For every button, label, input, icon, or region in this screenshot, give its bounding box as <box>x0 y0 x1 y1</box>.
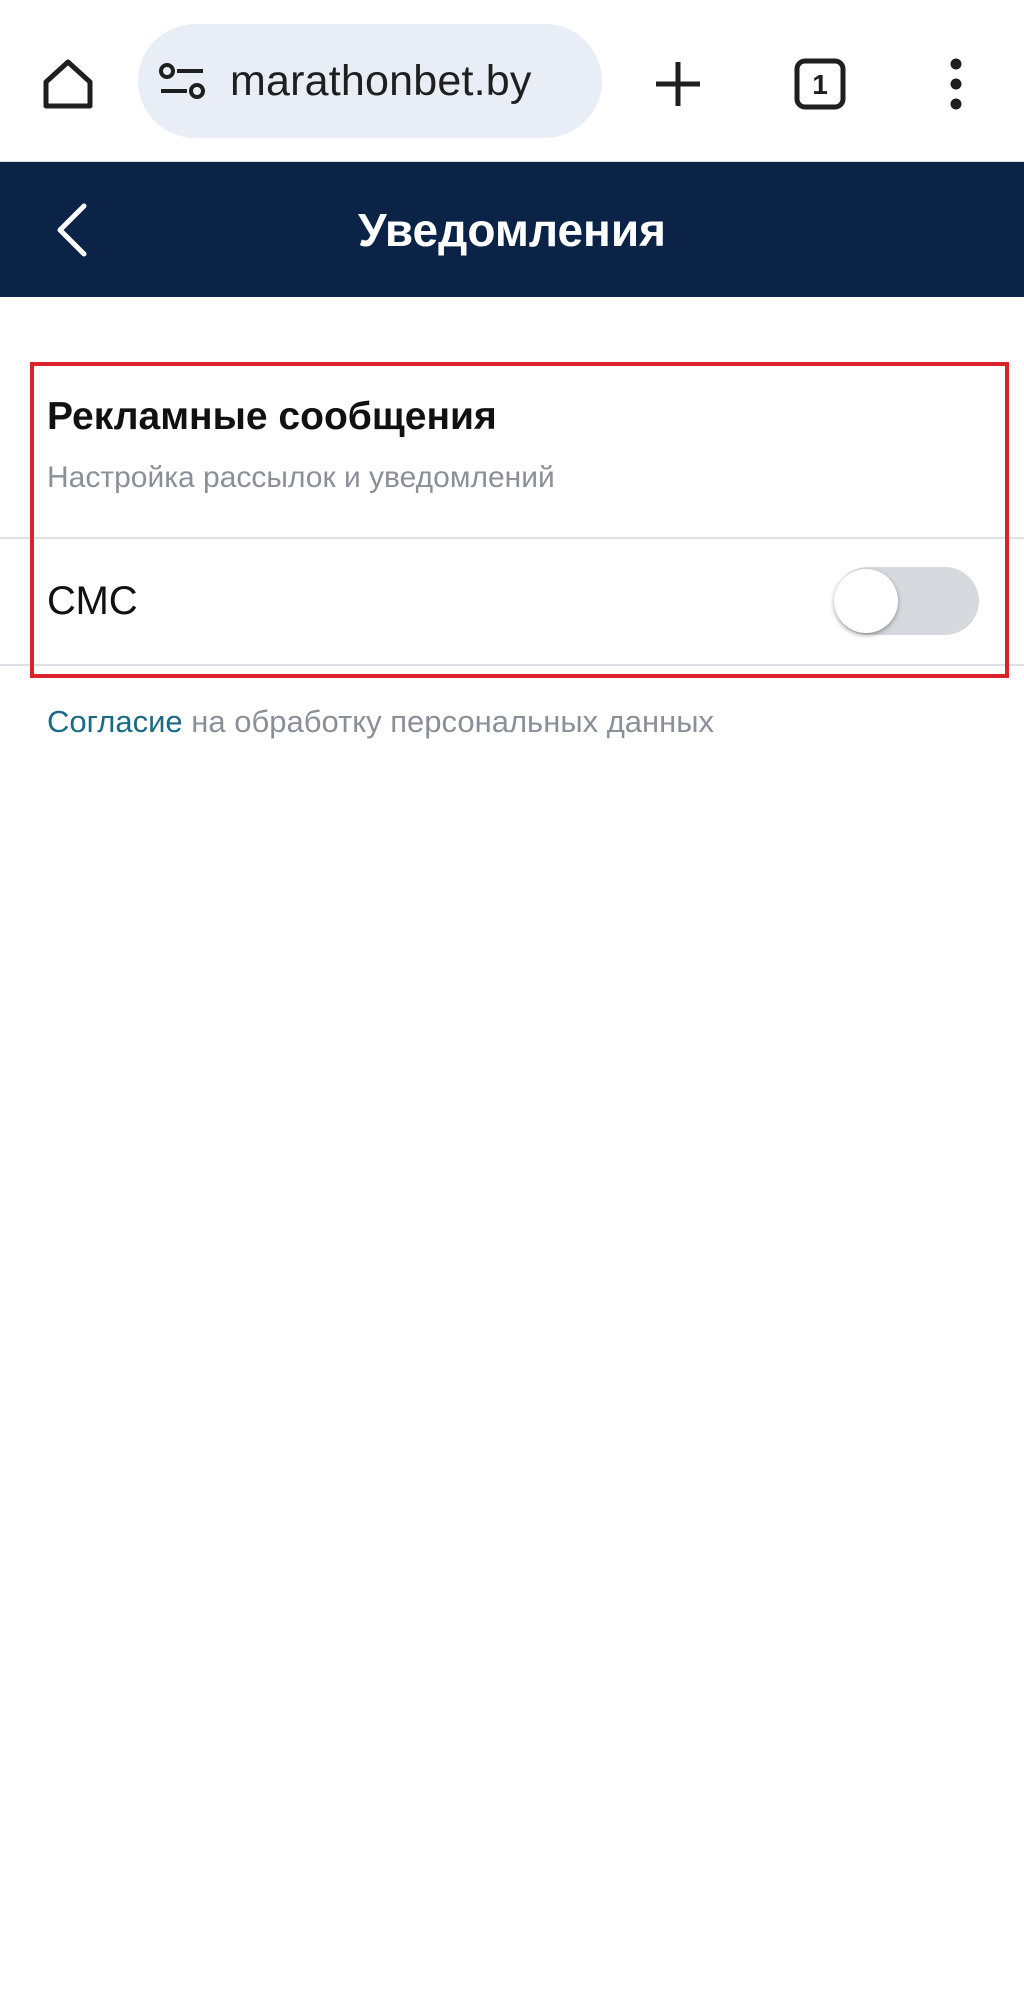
app-header: Уведомления <box>0 162 1024 297</box>
consent-rest-text: на обработку персональных данных <box>182 704 715 739</box>
home-button[interactable] <box>28 44 108 124</box>
address-bar[interactable]: marathonbet.by <box>138 24 602 138</box>
consent-link[interactable]: Согласие <box>47 704 183 739</box>
new-tab-button[interactable] <box>638 44 718 124</box>
url-text[interactable]: marathonbet.by <box>230 57 532 106</box>
promo-messages-section: Рекламные сообщения Настройка рассылок и… <box>0 365 1024 537</box>
chevron-left-icon <box>57 203 87 257</box>
back-button[interactable] <box>34 192 110 268</box>
sms-setting-row[interactable]: СМС <box>0 539 1024 664</box>
plus-icon <box>656 62 700 106</box>
browser-toolbar: marathonbet.by 1 <box>0 0 1024 162</box>
toggle-knob <box>834 569 898 633</box>
section-title: Рекламные сообщения <box>47 395 497 438</box>
section-subtitle: Настройка рассылок и уведомлений <box>47 461 555 494</box>
divider <box>0 664 1024 666</box>
browser-menu-button[interactable] <box>916 44 996 124</box>
sms-label: СМС <box>47 579 138 623</box>
page-title: Уведомления <box>358 203 666 256</box>
sms-toggle[interactable] <box>834 567 979 635</box>
consent-text: Согласие на обработку персональных данны… <box>47 704 714 740</box>
tab-switcher-button[interactable]: 1 <box>780 44 860 124</box>
tune-icon[interactable] <box>158 57 206 105</box>
home-icon <box>43 59 93 109</box>
more-vert-icon <box>950 58 962 110</box>
tab-count-text: 1 <box>812 69 828 100</box>
tab-count-icon: 1 <box>794 58 846 110</box>
